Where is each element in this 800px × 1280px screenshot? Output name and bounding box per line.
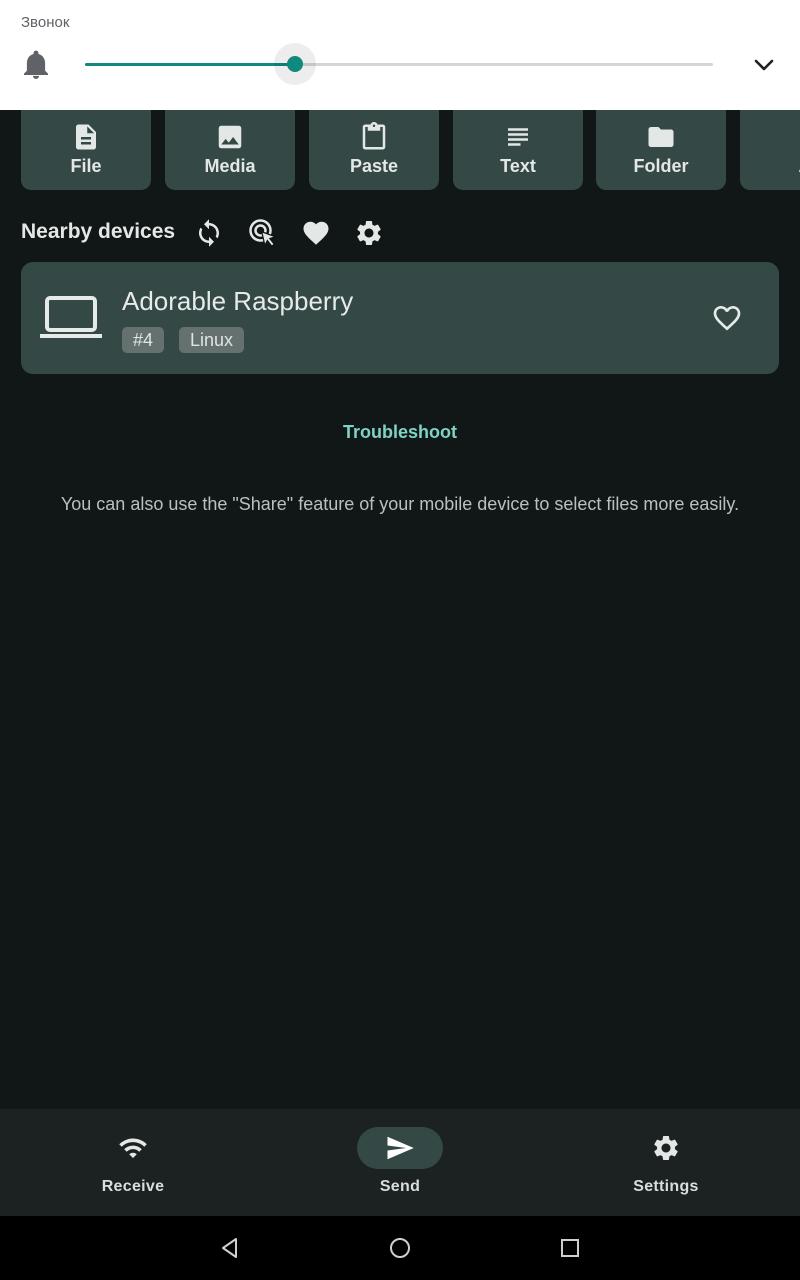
action-label: Text	[500, 156, 536, 176]
nav-send[interactable]: Send	[320, 1127, 480, 1207]
nav-settings[interactable]: Settings	[586, 1127, 746, 1207]
media-action-button[interactable]: Media	[165, 100, 295, 190]
recents-icon[interactable]	[558, 1236, 582, 1260]
file-action-button[interactable]: File	[21, 100, 151, 190]
image-icon	[218, 125, 242, 149]
device-card[interactable]: Adorable Raspberry #4 Linux	[21, 262, 779, 374]
nav-label: Settings	[633, 1178, 699, 1195]
laptop-icon	[40, 296, 102, 338]
settings-gear-icon[interactable]	[354, 218, 384, 248]
action-label: File	[70, 156, 102, 176]
nav-label: Receive	[101, 1178, 165, 1195]
volume-slider[interactable]	[85, 43, 713, 85]
folder-action-button[interactable]: Folder	[596, 100, 726, 190]
home-icon[interactable]	[388, 1236, 412, 1260]
text-action-button[interactable]: Text	[453, 100, 583, 190]
nav-pill	[623, 1127, 709, 1169]
favorites-heart-icon[interactable]	[301, 218, 331, 248]
nav-pill-active	[357, 1127, 443, 1169]
slider-fill	[85, 63, 295, 66]
share-hint-text: You can also use the "Share" feature of …	[60, 494, 740, 514]
more-icon	[790, 122, 800, 152]
bottom-navigation: Receive Send Settings	[0, 1109, 800, 1216]
gear-icon	[654, 1136, 678, 1160]
folder-icon	[648, 127, 674, 147]
chevron-down-icon	[754, 59, 774, 71]
file-icon	[76, 124, 96, 150]
back-icon[interactable]	[218, 1236, 242, 1260]
action-label: Folder	[633, 156, 689, 176]
slider-thumb[interactable]	[286, 56, 303, 72]
more-action-button[interactable]: A	[740, 100, 800, 190]
wifi-icon	[119, 1138, 147, 1158]
send-actions-row: File Media Paste Text Folder A	[21, 100, 800, 190]
heart-outline-icon[interactable]	[711, 302, 743, 334]
action-label: Media	[204, 156, 256, 176]
nav-label: Send	[379, 1178, 421, 1195]
troubleshoot-link[interactable]: Troubleshoot	[0, 422, 800, 443]
nearby-devices-title: Nearby devices	[21, 220, 176, 243]
manual-target-icon[interactable]	[248, 218, 278, 248]
paste-action-button[interactable]: Paste	[309, 100, 439, 190]
device-tag-id: #4	[122, 327, 165, 353]
expand-volume-button[interactable]	[748, 52, 780, 78]
clipboard-icon	[362, 122, 386, 150]
action-label: Paste	[349, 156, 399, 176]
device-tag-os: Linux	[179, 327, 245, 353]
bell-icon[interactable]	[23, 50, 49, 80]
system-navigation-bar	[0, 1216, 800, 1280]
refresh-icon[interactable]	[194, 218, 224, 248]
volume-panel: Звонок	[0, 0, 800, 110]
text-lines-icon	[508, 128, 528, 146]
nav-receive[interactable]: Receive	[53, 1127, 213, 1207]
send-icon	[387, 1136, 414, 1160]
device-name: Adorable Raspberry	[122, 286, 354, 316]
volume-stream-label: Звонок	[21, 14, 70, 31]
nav-pill	[90, 1127, 176, 1169]
